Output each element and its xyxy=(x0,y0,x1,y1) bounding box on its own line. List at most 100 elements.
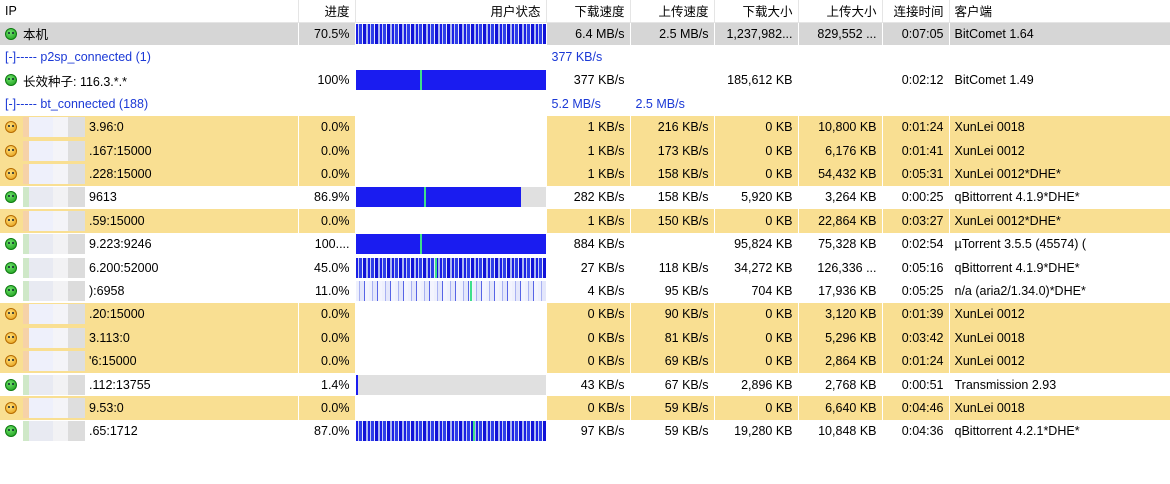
ip-cell[interactable]: 3.113:0 xyxy=(0,326,299,350)
column-header-progress[interactable]: 进度 xyxy=(298,0,356,23)
ip-cell[interactable]: .65:1712 xyxy=(0,419,299,444)
table-row[interactable]: 9613 86.9% 282 KB/s 158 KB/s 5,920 KB 3,264 K… xyxy=(0,185,1170,210)
conn-time-cell: 0:00:25 xyxy=(882,185,950,210)
state-cell xyxy=(355,419,547,444)
state-cell xyxy=(355,372,547,397)
ip-cell[interactable]: .167:15000 xyxy=(0,138,299,163)
progress-marker xyxy=(420,234,423,255)
table-row[interactable]: '6:15000 0.0% 0 KB/s 69 KB/s 0 KB 2,864 KB 0:0… xyxy=(0,349,1170,373)
down-speed-cell: 0 KB/s xyxy=(546,302,631,327)
empty-cell xyxy=(798,92,883,116)
column-header-down-speed[interactable]: 下载速度 xyxy=(546,0,631,23)
ip-cell[interactable]: .228:15000 xyxy=(0,162,299,186)
ip-cell[interactable]: 9.53:0 xyxy=(0,396,299,420)
down-size-cell: 0 KB xyxy=(714,209,799,233)
ip-address: .228:15000 xyxy=(89,167,152,182)
up-speed-cell: 59 KB/s xyxy=(630,396,715,420)
ip-cell[interactable]: .59:15000 xyxy=(0,209,299,233)
empty-cell xyxy=(949,92,1170,116)
column-header-up-size[interactable]: 上传大小 xyxy=(798,0,883,23)
group-label[interactable]: [-]----- p2sp_connected (1) xyxy=(0,45,299,69)
state-cell xyxy=(355,115,547,139)
column-header-up-speed[interactable]: 上传速度 xyxy=(630,0,715,23)
conn-time-cell: 0:04:46 xyxy=(882,396,950,420)
conn-time-cell: 0:00:51 xyxy=(882,372,950,397)
ip-cell[interactable]: '6:15000 xyxy=(0,349,299,373)
state-cell xyxy=(355,232,547,256)
progress-cell: 86.9% xyxy=(298,185,356,210)
state-cell xyxy=(355,68,547,93)
group-row[interactable]: [-]----- p2sp_connected (1) 377 KB/s xyxy=(0,45,1170,69)
up-speed-cell: 81 KB/s xyxy=(630,326,715,350)
table-row[interactable]: 9.53:0 0.0% 0 KB/s 59 KB/s 0 KB 6,640 KB 0:04:… xyxy=(0,396,1170,420)
ip-cell[interactable]: 长效种子: 116.3.*.* xyxy=(0,68,299,93)
state-cell xyxy=(355,279,547,303)
ip-cell[interactable]: 6.200:52000 xyxy=(0,255,299,280)
table-row[interactable]: .59:15000 0.0% 1 KB/s 150 KB/s 0 KB 22,864 KB… xyxy=(0,209,1170,233)
redacted-ip-block xyxy=(23,187,85,208)
happy-face-icon xyxy=(5,74,17,87)
conn-time-cell: 0:01:24 xyxy=(882,115,950,139)
ip-cell[interactable]: ):6958 xyxy=(0,279,299,303)
ip-cell[interactable]: 9.223:9246 xyxy=(0,232,299,256)
client-cell: XunLei 0012*DHE* xyxy=(949,162,1170,186)
table-row[interactable]: ):6958 11.0% 4 KB/s 95 KB/s 704 KB 17,936 KB 0… xyxy=(0,279,1170,303)
group-label[interactable]: [-]----- bt_connected (188) xyxy=(0,92,299,116)
table-row[interactable]: .65:1712 87.0% 97 KB/s 59 KB/s 19,280 KB 10,8… xyxy=(0,419,1170,444)
conn-time-cell: 0:02:54 xyxy=(882,232,950,256)
up-speed-cell xyxy=(630,68,715,93)
ip-address: '6:15000 xyxy=(89,354,137,369)
ip-cell[interactable]: 3.96:0 xyxy=(0,115,299,139)
column-header-ip[interactable]: IP xyxy=(0,0,299,23)
ip-address: .167:15000 xyxy=(89,143,152,158)
table-row[interactable]: .112:13755 1.4% 43 KB/s 67 KB/s 2,896 KB 2,76… xyxy=(0,372,1170,397)
column-header-conn-time[interactable]: 连接时间 xyxy=(882,0,950,23)
progress-cell: 0.0% xyxy=(298,396,356,420)
table-row[interactable]: .20:15000 0.0% 0 KB/s 90 KB/s 0 KB 3,120 KB 0:… xyxy=(0,302,1170,327)
table-row[interactable]: .228:15000 0.0% 1 KB/s 158 KB/s 0 KB 54,432 K… xyxy=(0,162,1170,186)
redacted-ip-block xyxy=(23,257,85,278)
progress-cell: 0.0% xyxy=(298,326,356,350)
ip-cell[interactable]: .112:13755 xyxy=(0,372,299,397)
progress-cell: 70.5% xyxy=(298,22,356,46)
conn-time-cell: 0:05:16 xyxy=(882,255,950,280)
redacted-ip-block xyxy=(23,140,85,161)
client-cell: XunLei 0012 xyxy=(949,302,1170,327)
table-row[interactable]: 6.200:52000 45.0% 27 KB/s 118 KB/s 34,272 KB… xyxy=(0,255,1170,280)
group-row[interactable]: [-]----- bt_connected (188) 5.2 MB/s 2.5 M… xyxy=(0,92,1170,116)
down-speed-cell: 0 KB/s xyxy=(546,396,631,420)
up-speed-cell: 118 KB/s xyxy=(630,255,715,280)
progress-marker xyxy=(469,280,472,301)
table-row[interactable]: .167:15000 0.0% 1 KB/s 173 KB/s 0 KB 6,176 KB… xyxy=(0,138,1170,163)
table-row[interactable]: 本机 70.5% 6.4 MB/s 2.5 MB/s 1,237,982... 829,5… xyxy=(0,22,1170,46)
happy-face-icon xyxy=(5,238,17,251)
down-speed-cell: 6.4 MB/s xyxy=(546,22,631,46)
progress-cell: 100% xyxy=(298,68,356,93)
up-size-cell: 3,264 KB xyxy=(798,185,883,210)
down-speed-cell: 1 KB/s xyxy=(546,209,631,233)
conn-time-cell: 0:02:12 xyxy=(882,68,950,93)
table-row[interactable]: 3.96:0 0.0% 1 KB/s 216 KB/s 0 KB 10,800 KB 0:0… xyxy=(0,115,1170,139)
piece-map-bar xyxy=(355,234,545,255)
happy-face-icon xyxy=(5,284,17,297)
client-cell: µTorrent 3.5.5 (45574) ( xyxy=(949,232,1170,256)
ip-cell[interactable]: .20:15000 xyxy=(0,302,299,327)
client-cell: XunLei 0018 xyxy=(949,326,1170,350)
conn-time-cell: 0:05:25 xyxy=(882,279,950,303)
down-size-cell: 0 KB xyxy=(714,326,799,350)
column-header-client[interactable]: 客户端 xyxy=(949,0,1170,23)
conn-time-cell: 0:01:39 xyxy=(882,302,950,327)
column-header-state[interactable]: 用户状态 xyxy=(355,0,547,23)
down-size-cell: 704 KB xyxy=(714,279,799,303)
table-row[interactable]: 长效种子: 116.3.*.* 100% 377 KB/s 185,612 KB 0:0… xyxy=(0,68,1170,93)
down-speed-cell: 4 KB/s xyxy=(546,279,631,303)
ip-cell[interactable]: 本机 xyxy=(0,22,299,46)
piece-map-bar xyxy=(355,374,545,395)
state-cell xyxy=(355,22,547,46)
down-speed-cell: 0 KB/s xyxy=(546,326,631,350)
client-cell: XunLei 0012 xyxy=(949,138,1170,163)
table-row[interactable]: 3.113:0 0.0% 0 KB/s 81 KB/s 0 KB 5,296 KB 0:03… xyxy=(0,326,1170,350)
column-header-down-size[interactable]: 下载大小 xyxy=(714,0,799,23)
table-row[interactable]: 9.223:9246 100.... 884 KB/s 95,824 KB 75,328… xyxy=(0,232,1170,256)
ip-cell[interactable]: 9613 xyxy=(0,185,299,210)
